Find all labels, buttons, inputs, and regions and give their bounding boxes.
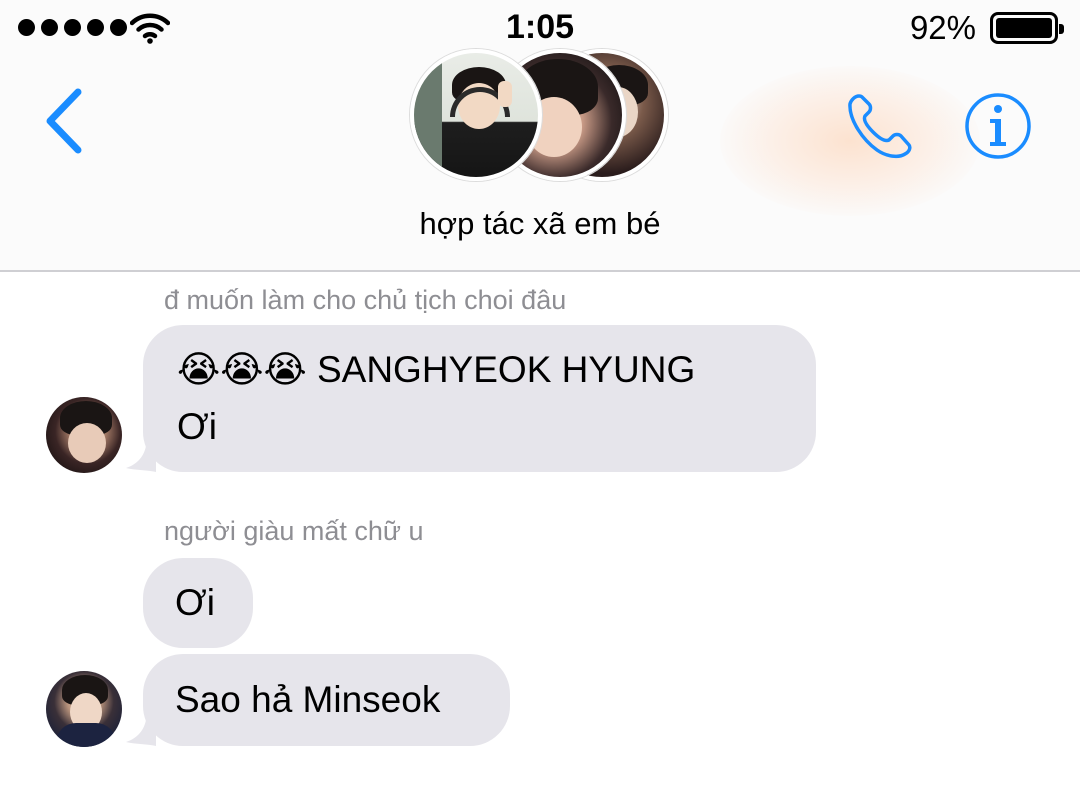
info-icon[interactable] <box>964 92 1032 160</box>
bubble-tail <box>126 720 156 746</box>
message-bubble[interactable]: Ơi <box>143 558 253 648</box>
message-bubble[interactable]: Sao hả Minseok <box>143 654 510 746</box>
message-bubble[interactable]: 😭😭😭 SANGHYEOK HYUNG Ơi <box>143 325 816 472</box>
message-text: Ơi <box>175 582 215 623</box>
message-text: 😭😭😭 SANGHYEOK HYUNG <box>177 349 696 390</box>
member-avatar <box>410 49 542 181</box>
group-name[interactable]: hợp tác xã em bé <box>0 206 1080 242</box>
sender-avatar[interactable] <box>46 397 122 473</box>
sender-name: người giàu mất chữ u <box>164 516 424 546</box>
status-bar: 1:05 92% <box>0 0 1080 56</box>
bubble-tail <box>126 446 156 472</box>
conversation-header: hợp tác xã em bé <box>0 49 1080 272</box>
battery-icon <box>990 12 1064 44</box>
message-text: Sao hả Minseok <box>175 679 441 720</box>
battery-percent: 92% <box>909 9 976 46</box>
sender-avatar[interactable] <box>46 671 122 747</box>
message-text: Ơi <box>177 406 217 447</box>
sender-name: đ muốn làm cho chủ tịch choi đâu <box>164 285 567 315</box>
chevron-left-icon[interactable] <box>40 86 90 156</box>
phone-icon[interactable] <box>845 90 917 162</box>
group-avatar-stack[interactable] <box>410 49 670 181</box>
